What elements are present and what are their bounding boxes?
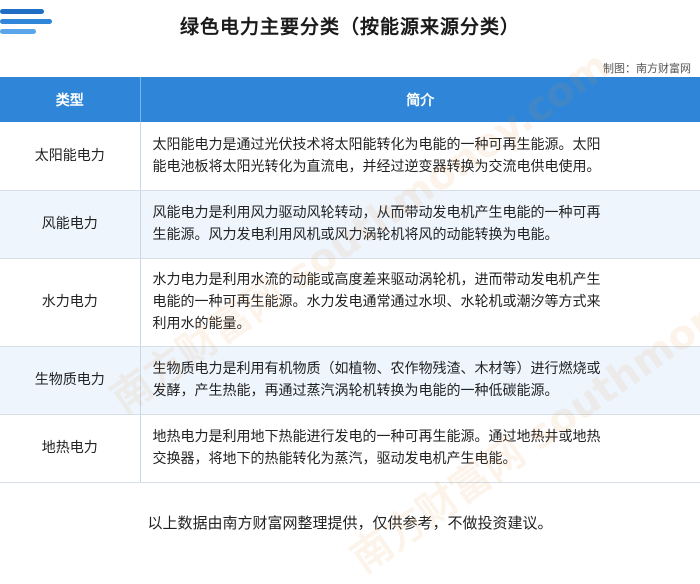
row-desc: 风能电力是利用风力驱动风轮转动，从而带动发电机产生电能的一种可再 生能源。风力发… xyxy=(140,190,700,259)
row-type: 生物质电力 xyxy=(0,346,141,415)
row-desc: 生物质电力是利用有机物质（如植物、农作物残渣、木材等）进行燃烧或 发酵，产生热能… xyxy=(140,346,700,415)
table-row: 太阳能电力 太阳能电力是通过光伏技术将太阳能转化为电能的一种可再生能源。太阳 能… xyxy=(0,122,700,191)
column-header-type: 类型 xyxy=(0,77,141,122)
desc-line: 利用水的能量。 xyxy=(152,316,251,332)
row-desc: 太阳能电力是通过光伏技术将太阳能转化为电能的一种可再生能源。太阳 能电池板将太阳… xyxy=(140,122,700,191)
table-row: 风能电力 风能电力是利用风力驱动风轮转动，从而带动发电机产生电能的一种可再 生能… xyxy=(0,190,700,259)
desc-line: 交换器，将地下的热能转化为蒸汽，驱动发电机产生电能。 xyxy=(152,451,517,467)
row-type: 风能电力 xyxy=(0,190,141,259)
table-row: 地热电力 地热电力是利用地下热能进行发电的一种可再生能源。通过地热井或地热 交换… xyxy=(0,414,700,483)
classification-table: 类型 简介 太阳能电力 太阳能电力是通过光伏技术将太阳能转化为电能的一种可再生能… xyxy=(0,77,700,483)
desc-line: 太阳能电力是通过光伏技术将太阳能转化为电能的一种可再生能源。太阳 xyxy=(152,136,601,153)
desc-line: 水力电力是利用水流的动能或高度差来驱动涡轮机，进而带动发电机产生 xyxy=(152,272,601,288)
column-header-desc: 简介 xyxy=(140,77,700,122)
row-desc: 地热电力是利用地下热能进行发电的一种可再生能源。通过地热井或地热 交换器，将地下… xyxy=(140,414,700,483)
row-type: 地热电力 xyxy=(0,414,141,483)
table-header-row: 类型 简介 xyxy=(0,77,700,122)
table-row: 生物质电力 生物质电力是利用有机物质（如植物、农作物残渣、木材等）进行燃烧或 发… xyxy=(0,346,700,415)
page-title: 绿色电力主要分类（按能源来源分类） xyxy=(179,16,520,38)
desc-line: 地热电力是利用地下热能进行发电的一种可再生能源。通过地热井或地热 xyxy=(152,429,601,445)
table-row: 水力电力 水力电力是利用水流的动能或高度差来驱动涡轮机，进而带动发电机产生 电能… xyxy=(0,258,700,347)
desc-line: 生能源。风力发电利用风机或风力涡轮机将风的动能转换为电能。 xyxy=(152,227,559,243)
desc-line: 能电池板将太阳光转化为直流电，并经过逆变器转换为交流电供电使用。 xyxy=(152,158,601,175)
desc-line: 生物质电力是利用有机物质（如植物、农作物残渣、木材等）进行燃烧或 xyxy=(152,361,601,377)
chart-credit: 制图：南方财富网 xyxy=(603,62,691,75)
row-type: 水力电力 xyxy=(0,258,141,347)
footnote: 以上数据由南方财富网整理提供，仅供参考，不做投资建议。 xyxy=(147,514,553,532)
row-type: 太阳能电力 xyxy=(0,122,141,191)
desc-line: 风能电力是利用风力驱动风轮转动，从而带动发电机产生电能的一种可再 xyxy=(152,205,601,221)
desc-line: 电能的一种可再生能源。水力发电通常通过水坝、水轮机或潮汐等方式来 xyxy=(152,294,601,310)
desc-line: 发酵，产生热能，再通过蒸汽涡轮机转换为电能的一种低碳能源。 xyxy=(152,383,559,399)
row-desc: 水力电力是利用水流的动能或高度差来驱动涡轮机，进而带动发电机产生 电能的一种可再… xyxy=(140,258,700,347)
